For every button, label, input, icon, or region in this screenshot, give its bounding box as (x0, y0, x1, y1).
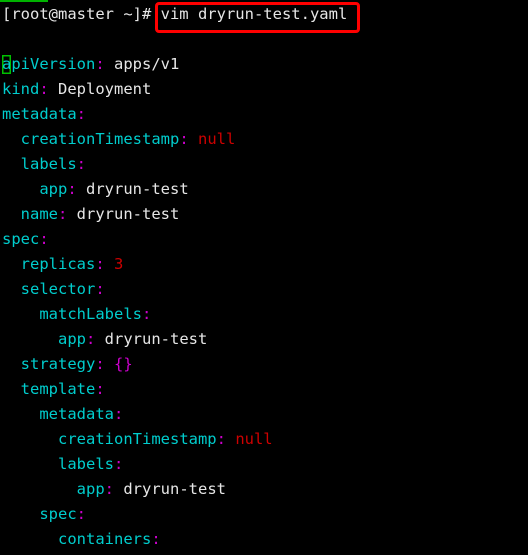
yaml-line[interactable]: spec: (2, 502, 526, 527)
yaml-line[interactable]: matchLabels: (2, 302, 526, 327)
yaml-key: metadata (39, 405, 114, 423)
yaml-key: name (20, 205, 58, 223)
yaml-value: 3 (104, 255, 124, 273)
yaml-key: labels (58, 455, 114, 473)
yaml-colon: : (113, 405, 124, 423)
yaml-value: {} (104, 355, 133, 373)
yaml-indent (2, 305, 39, 323)
yaml-line[interactable]: app: dryrun-test (2, 327, 526, 352)
yaml-line[interactable]: labels: (2, 452, 526, 477)
yaml-key: spec (2, 230, 40, 248)
yaml-colon: : (76, 505, 86, 523)
yaml-key: metadata (2, 105, 77, 123)
yaml-key: strategy (20, 355, 96, 373)
yaml-line[interactable]: kind: Deployment (2, 77, 526, 102)
yaml-colon: : (95, 355, 105, 373)
yaml-indent (2, 480, 77, 498)
yaml-key: template (20, 380, 96, 398)
shell-prompt-line: [root@master ~]# vim dryrun-test.yaml (2, 2, 526, 27)
yaml-line[interactable]: creationTimestamp: null (2, 127, 526, 152)
yaml-value: null (188, 130, 236, 148)
yaml-line[interactable]: replicas: 3 (2, 252, 526, 277)
yaml-colon: : (76, 155, 87, 173)
yaml-colon: : (39, 80, 49, 98)
yaml-line[interactable]: app: dryrun-test (2, 177, 526, 202)
yaml-key: containers (58, 530, 152, 548)
terminal-text-area[interactable]: [root@master ~]# vim dryrun-test.yaml ap… (2, 2, 526, 555)
yaml-value: dryrun-test (67, 205, 180, 223)
yaml-indent (2, 405, 39, 423)
yaml-colon: : (39, 230, 49, 248)
yaml-indent (2, 530, 58, 548)
yaml-colon: : (58, 205, 68, 223)
yaml-key: labels (20, 155, 77, 173)
shell-prompt: [root@master ~]# (2, 5, 161, 23)
yaml-line[interactable]: creationTimestamp: null (2, 427, 526, 452)
yaml-line[interactable]: containers: (2, 527, 526, 552)
shell-command: vim dryrun-test.yaml (160, 5, 348, 23)
yaml-colon: : (104, 480, 114, 498)
yaml-colon: : (95, 55, 105, 73)
yaml-indent (2, 255, 21, 273)
yaml-colon: : (86, 330, 96, 348)
yaml-indent (2, 505, 39, 523)
yaml-value: null (225, 430, 273, 448)
yaml-key: spec (39, 505, 77, 523)
yaml-colon: : (179, 130, 189, 148)
yaml-value: dryrun-test (95, 330, 208, 348)
yaml-key: replicas (20, 255, 96, 273)
yaml-line[interactable]: metadata: (2, 402, 526, 427)
yaml-key: piVersion (11, 55, 96, 73)
yaml-line[interactable]: app: dryrun-test (2, 477, 526, 502)
yaml-line[interactable]: name: dryrun-test (2, 202, 526, 227)
yaml-colon: : (95, 255, 105, 273)
yaml-key: creationTimestamp (20, 130, 180, 148)
yaml-line[interactable]: template: (2, 377, 526, 402)
yaml-indent (2, 280, 21, 298)
yaml-key: app (39, 180, 68, 198)
yaml-indent (2, 455, 58, 473)
vim-block-cursor: a (2, 55, 12, 73)
yaml-indent (2, 205, 21, 223)
yaml-value: dryrun-test (76, 180, 189, 198)
yaml-colon: : (216, 430, 226, 448)
yaml-value: Deployment (48, 80, 152, 98)
yaml-line[interactable]: selector: (2, 277, 526, 302)
yaml-indent (2, 380, 21, 398)
yaml-colon: : (95, 380, 105, 398)
yaml-value: dryrun-test (114, 480, 226, 498)
yaml-colon: : (95, 280, 105, 298)
yaml-line[interactable]: labels: (2, 152, 526, 177)
yaml-key: app (58, 330, 86, 348)
yaml-key: matchLabels (39, 305, 142, 323)
terminal-screen: [root@master ~]# vim dryrun-test.yaml ap… (0, 0, 528, 555)
yaml-value: apps/v1 (104, 55, 180, 73)
yaml-colon: : (151, 530, 161, 548)
yaml-indent (2, 330, 58, 348)
yaml-line[interactable]: apiVersion: apps/v1 (2, 52, 526, 77)
yaml-indent (2, 155, 21, 173)
yaml-colon: : (141, 305, 152, 323)
yaml-key: selector (20, 280, 96, 298)
yaml-colon: : (67, 180, 77, 198)
yaml-buffer[interactable]: apiVersion: apps/v1 kind: Deployment metad… (2, 52, 526, 555)
yaml-line[interactable]: strategy: {} (2, 352, 526, 377)
yaml-indent (2, 430, 58, 448)
yaml-key: kind (2, 80, 40, 98)
yaml-indent (2, 180, 39, 198)
yaml-indent (2, 130, 21, 148)
yaml-key: app (76, 480, 105, 498)
yaml-line[interactable]: spec: (2, 227, 526, 252)
yaml-colon: : (76, 105, 86, 123)
yaml-line[interactable]: metadata: (2, 102, 526, 127)
yaml-indent (2, 355, 21, 373)
yaml-key: creationTimestamp (58, 430, 217, 448)
yaml-colon: : (114, 455, 124, 473)
